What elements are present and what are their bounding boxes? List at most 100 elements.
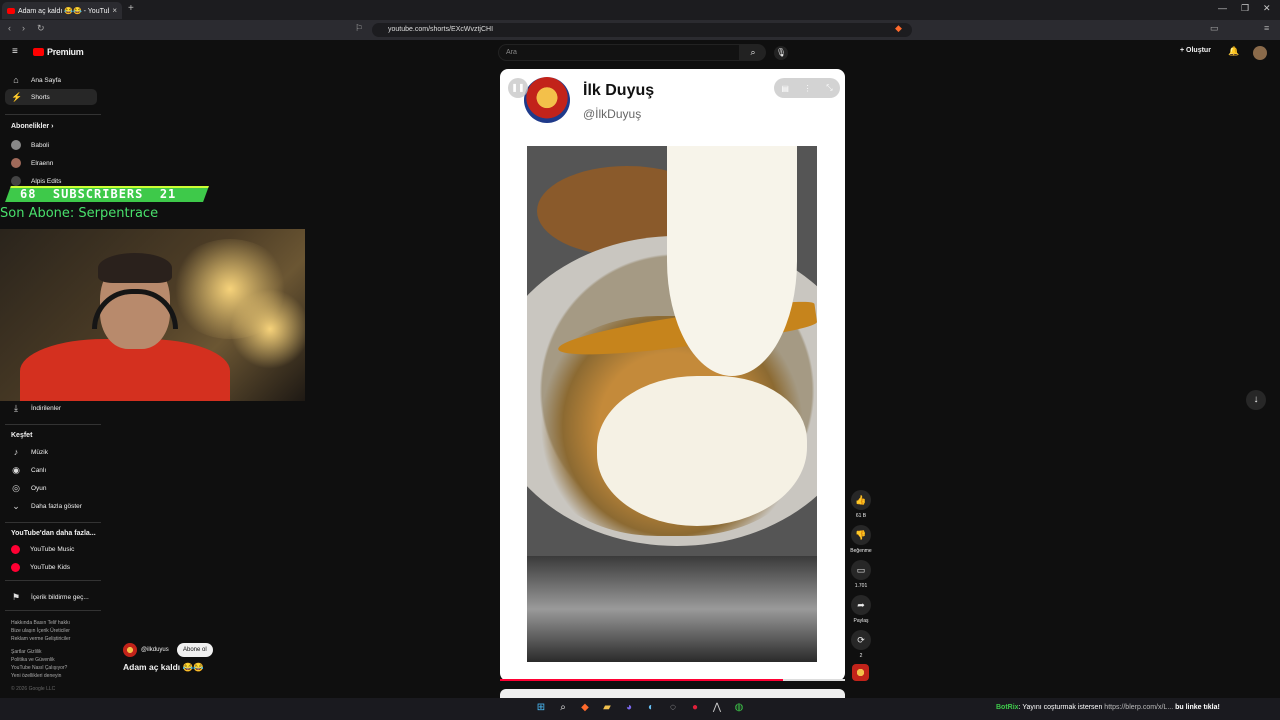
sidebar-item-label: Elraenn bbox=[31, 159, 54, 167]
channel-avatar bbox=[11, 158, 21, 168]
footer-line[interactable]: Hakkında Basın Telif hakkı bbox=[11, 619, 106, 627]
youtube-logo-icon[interactable] bbox=[33, 48, 44, 56]
more-options-icon[interactable]: ⋮ bbox=[804, 84, 812, 93]
sidebar-item-downloads[interactable]: ⤓ İndirilenler bbox=[5, 400, 97, 416]
opera-icon[interactable]: ● bbox=[688, 701, 702, 715]
stove-grate bbox=[527, 556, 817, 662]
video-progress-bar[interactable] bbox=[500, 679, 845, 681]
sidebar-item-youtube-kids[interactable]: YouTube Kids bbox=[5, 559, 97, 575]
channel-name[interactable]: İlk Duyuş bbox=[583, 82, 654, 100]
download-icon: ⤓ bbox=[14, 402, 18, 413]
remix-count: 2 bbox=[859, 653, 863, 659]
brave-browser-icon[interactable]: ◆ bbox=[578, 701, 592, 715]
window-close-icon[interactable]: ✕ bbox=[1263, 3, 1271, 14]
windows-start-icon[interactable]: ⊞ bbox=[534, 701, 548, 715]
sidebar-item-home[interactable]: ⌂ Ana Sayfa bbox=[5, 72, 97, 88]
sidebar-item-youtube-music[interactable]: YouTube Music bbox=[5, 541, 97, 557]
arrow-down-icon[interactable]: ↓ bbox=[1246, 390, 1266, 410]
channel-avatar bbox=[11, 176, 21, 186]
pause-icon[interactable]: ❚❚ bbox=[508, 78, 528, 98]
footer-line: © 2026 Google LLC bbox=[11, 686, 56, 692]
dislike-label: Beğenme bbox=[850, 548, 872, 554]
sidebar-toggle-icon[interactable]: ▭ bbox=[1210, 23, 1219, 34]
obs-icon[interactable]: ◍ bbox=[732, 701, 746, 715]
hamburger-icon[interactable]: ≡ bbox=[12, 46, 18, 57]
channel-handle[interactable]: @ilkduyus bbox=[141, 647, 169, 653]
channel-avatar[interactable] bbox=[123, 643, 137, 657]
comments-button[interactable]: ▭ 1.701 bbox=[850, 560, 872, 589]
sidebar-item-label: Shorts bbox=[31, 93, 50, 101]
chat-text: : Yayını coşturmak istersen bbox=[1018, 704, 1105, 711]
sidebar-item-label: Alpis Edits bbox=[31, 177, 62, 185]
footer-line[interactable]: Bize ulaşın İçerik Üreticiler bbox=[11, 627, 106, 635]
sidebar-divider bbox=[5, 610, 101, 611]
app-icon[interactable]: ◌ bbox=[666, 701, 680, 715]
address-bar[interactable]: youtube.com/shorts/EXcWvztjCHI bbox=[372, 23, 912, 37]
menu-icon[interactable]: ≡ bbox=[1264, 23, 1269, 33]
sidebar-item-label: Ana Sayfa bbox=[31, 76, 61, 84]
sidebar-item-show-more[interactable]: ⌄ Daha fazla göster bbox=[5, 498, 97, 514]
steam-icon[interactable]: ◐ bbox=[644, 701, 658, 715]
sidebar-item-report-history[interactable]: ⚑ İçerik bildirme geç... bbox=[5, 589, 97, 605]
sidebar-item-music[interactable]: ♪ Müzik bbox=[5, 444, 97, 460]
forward-icon[interactable]: › bbox=[22, 23, 25, 33]
sidebar-item-label: Baboli bbox=[31, 141, 50, 149]
sidebar-item-label: Daha fazla göster bbox=[31, 502, 82, 510]
bookmark-icon[interactable]: ⚐ bbox=[355, 23, 363, 34]
footer-line[interactable]: Şartlar Gizlilik bbox=[11, 648, 106, 656]
footer-line[interactable]: Reklam verme Geliştiriciler bbox=[11, 635, 106, 643]
footer-line[interactable]: Politika ve Güvenlik bbox=[11, 656, 106, 664]
like-button[interactable]: 👍 61 B bbox=[850, 490, 872, 519]
back-icon[interactable]: ‹ bbox=[8, 23, 11, 33]
fullscreen-icon[interactable]: ⤡ bbox=[826, 83, 832, 93]
footer-line[interactable]: YouTube Nasıl Çalışıyor? bbox=[11, 664, 106, 672]
shorts-icon: ⚡ bbox=[11, 91, 23, 102]
chat-url[interactable]: https://blerp.com/x/L... bbox=[1104, 704, 1173, 711]
sidebar-item-subscription[interactable]: Elraenn bbox=[5, 155, 97, 171]
channel-avatar[interactable] bbox=[524, 77, 570, 123]
video-frame[interactable] bbox=[527, 146, 817, 662]
sidebar-item-shorts[interactable]: ⚡ Shorts bbox=[5, 89, 97, 105]
audio-source-avatar[interactable] bbox=[852, 664, 869, 681]
minimize-icon[interactable]: — bbox=[1218, 3, 1227, 13]
sidebar-item-gaming[interactable]: ◎ Oyun bbox=[5, 480, 97, 496]
youtube-logo-text[interactable]: Premium bbox=[47, 47, 84, 57]
account-avatar[interactable] bbox=[1253, 46, 1267, 60]
channel-avatar bbox=[11, 140, 21, 150]
share-button[interactable]: ➦ Paylaş bbox=[850, 595, 872, 624]
remix-button[interactable]: ⟳ 2 bbox=[850, 630, 872, 659]
last-subscriber-text: Son Abone: Serpentrace bbox=[0, 206, 159, 221]
search-input[interactable]: Ara bbox=[498, 44, 740, 61]
app-icon[interactable]: ⋀ bbox=[710, 701, 724, 715]
flag-icon: ⚑ bbox=[11, 591, 21, 602]
new-tab-button[interactable]: + bbox=[128, 3, 134, 14]
discord-icon[interactable]: ◕ bbox=[622, 701, 636, 715]
sidebar-item-live[interactable]: ◉ Canlı bbox=[5, 462, 97, 478]
microphone-icon[interactable]: 🎙 bbox=[774, 46, 788, 60]
tab-close-icon[interactable]: × bbox=[112, 6, 117, 15]
subscribe-button[interactable]: Abone ol bbox=[177, 643, 213, 657]
create-button[interactable]: + Oluştur bbox=[1180, 47, 1211, 54]
dislike-icon: 👎 bbox=[851, 525, 871, 545]
subscriber-counter-text: 68 SUBSCRIBERS 21 bbox=[20, 187, 177, 201]
subscriptions-heading[interactable]: Abonelikler › bbox=[11, 123, 53, 130]
browser-tab[interactable]: Adam aç kaldı 😂😂 - YouTube × bbox=[2, 2, 122, 19]
sidebar-item-label: YouTube Kids bbox=[30, 563, 70, 571]
chevron-down-icon: ⌄ bbox=[12, 500, 20, 511]
file-explorer-icon[interactable]: ▰ bbox=[600, 701, 614, 715]
share-label: Paylaş bbox=[853, 618, 869, 624]
tab-title: Adam aç kaldı 😂😂 - YouTube bbox=[17, 7, 110, 15]
sidebar-item-subscription[interactable]: Baboli bbox=[5, 137, 97, 153]
sidebar-divider bbox=[5, 522, 101, 523]
chat-message: BotRix: Yayını coşturmak istersen https:… bbox=[996, 704, 1220, 711]
footer-line[interactable]: Yeni özellikleri deneyin bbox=[11, 672, 106, 680]
restore-icon[interactable]: ❐ bbox=[1241, 3, 1249, 14]
sidebar-item-label: İndirilenler bbox=[31, 404, 61, 412]
search-icon[interactable]: ⌕ bbox=[740, 44, 766, 61]
dislike-button[interactable]: 👎 Beğenme bbox=[850, 525, 872, 554]
notifications-bell-icon[interactable]: 🔔 bbox=[1228, 46, 1239, 57]
brave-shield-icon[interactable]: ◆ bbox=[895, 23, 902, 34]
reload-icon[interactable]: ↻ bbox=[37, 23, 45, 34]
taskbar-search-icon[interactable]: ⌕ bbox=[556, 701, 570, 715]
captions-icon[interactable]: ▤ bbox=[781, 84, 789, 93]
